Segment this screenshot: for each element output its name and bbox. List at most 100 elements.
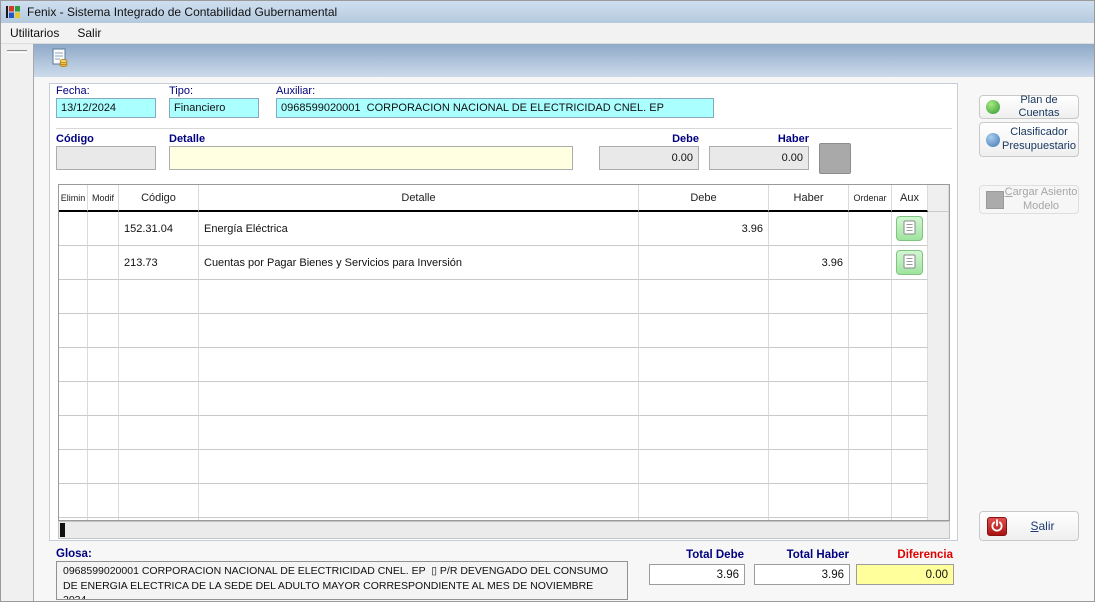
cell-scroll-strip[interactable] — [928, 484, 949, 518]
cell-elimin[interactable] — [59, 484, 88, 518]
cell-debe[interactable] — [639, 382, 769, 416]
cell-codigo[interactable]: 213.73 — [119, 246, 199, 280]
cell-codigo[interactable] — [119, 280, 199, 314]
cell-debe[interactable] — [639, 484, 769, 518]
cell-haber[interactable] — [769, 314, 849, 348]
cell-scroll-strip[interactable] — [928, 314, 949, 348]
cell-detalle[interactable] — [199, 450, 639, 484]
cell-modif[interactable] — [88, 484, 119, 518]
cell-haber[interactable]: 3.96 — [769, 246, 849, 280]
cell-detalle[interactable] — [199, 382, 639, 416]
cell-elimin[interactable] — [59, 280, 88, 314]
cell-elimin[interactable] — [59, 416, 88, 450]
cell-scroll-strip[interactable] — [928, 246, 949, 280]
cell-ordenar[interactable] — [849, 212, 892, 246]
cell-codigo[interactable] — [119, 348, 199, 382]
menubar-item-utilitarios[interactable]: Utilitarios — [1, 24, 68, 42]
hscroll-thumb[interactable] — [60, 523, 65, 537]
cell-scroll-strip[interactable] — [928, 382, 949, 416]
cell-detalle[interactable] — [199, 280, 639, 314]
table-row[interactable] — [59, 382, 949, 416]
cell-modif[interactable] — [88, 450, 119, 484]
cell-scroll-strip[interactable] — [928, 212, 949, 246]
cell-scroll-strip[interactable] — [928, 450, 949, 484]
cargar-asiento-modelo-button[interactable]: Cargar Asiento Modelo — [979, 185, 1079, 214]
cell-elimin[interactable] — [59, 246, 88, 280]
cell-ordenar[interactable] — [849, 314, 892, 348]
salir-button[interactable]: Salir — [979, 511, 1079, 541]
cell-ordenar[interactable] — [849, 382, 892, 416]
cell-elimin[interactable] — [59, 348, 88, 382]
codigo-input[interactable] — [56, 146, 156, 170]
cell-ordenar[interactable] — [849, 246, 892, 280]
clasificador-presupuestario-button[interactable]: Clasificador Presupuestario — [979, 122, 1079, 157]
cell-ordenar[interactable] — [849, 280, 892, 314]
cell-debe[interactable]: 3.96 — [639, 212, 769, 246]
fecha-input[interactable] — [56, 98, 156, 118]
cell-modif[interactable] — [88, 382, 119, 416]
cell-ordenar[interactable] — [849, 484, 892, 518]
cell-elimin[interactable] — [59, 382, 88, 416]
table-row[interactable] — [59, 484, 949, 518]
cell-scroll-strip[interactable] — [928, 348, 949, 382]
tipo-input[interactable] — [169, 98, 259, 118]
glosa-textarea[interactable]: 0968599020001 CORPORACION NACIONAL DE EL… — [56, 561, 628, 600]
cell-debe[interactable] — [639, 246, 769, 280]
entry-action-button[interactable] — [819, 143, 851, 174]
cell-haber[interactable] — [769, 212, 849, 246]
cell-scroll-strip[interactable] — [928, 416, 949, 450]
table-row[interactable] — [59, 416, 949, 450]
cell-modif[interactable] — [88, 280, 119, 314]
cell-detalle[interactable] — [199, 348, 639, 382]
cell-debe[interactable] — [639, 450, 769, 484]
cell-ordenar[interactable] — [849, 450, 892, 484]
cell-detalle[interactable]: Cuentas por Pagar Bienes y Servicios par… — [199, 246, 639, 280]
table-row[interactable]: 213.73Cuentas por Pagar Bienes y Servici… — [59, 246, 949, 280]
cell-codigo[interactable] — [119, 484, 199, 518]
cell-elimin[interactable] — [59, 450, 88, 484]
table-row[interactable] — [59, 314, 949, 348]
cell-codigo[interactable] — [119, 450, 199, 484]
cell-debe[interactable] — [639, 348, 769, 382]
splitter-handle[interactable] — [7, 50, 27, 53]
debe-input[interactable] — [599, 146, 699, 170]
cell-modif[interactable] — [88, 314, 119, 348]
journal-entry-toolbar-button[interactable] — [47, 48, 72, 73]
cell-ordenar[interactable] — [849, 416, 892, 450]
table-row[interactable] — [59, 450, 949, 484]
cell-haber[interactable] — [769, 280, 849, 314]
menubar-item-salir[interactable]: Salir — [68, 24, 110, 42]
cell-haber[interactable] — [769, 450, 849, 484]
cell-codigo[interactable] — [119, 416, 199, 450]
detalle-input[interactable] — [169, 146, 573, 170]
table-row[interactable]: 152.31.04Energía Eléctrica3.96 — [59, 212, 949, 246]
cell-modif[interactable] — [88, 348, 119, 382]
cell-haber[interactable] — [769, 416, 849, 450]
table-row[interactable] — [59, 280, 949, 314]
cell-debe[interactable] — [639, 314, 769, 348]
cell-modif[interactable] — [88, 246, 119, 280]
cell-haber[interactable] — [769, 484, 849, 518]
cell-codigo[interactable] — [119, 314, 199, 348]
cell-ordenar[interactable] — [849, 348, 892, 382]
cell-modif[interactable] — [88, 212, 119, 246]
aux-button[interactable] — [896, 216, 923, 241]
cell-elimin[interactable] — [59, 212, 88, 246]
cell-detalle[interactable] — [199, 416, 639, 450]
cell-codigo[interactable] — [119, 382, 199, 416]
hscrollbar[interactable] — [58, 521, 950, 539]
plan-de-cuentas-button[interactable]: Plan de Cuentas — [979, 95, 1079, 119]
cell-scroll-strip[interactable] — [928, 280, 949, 314]
aux-button[interactable] — [896, 250, 923, 275]
cell-debe[interactable] — [639, 280, 769, 314]
cell-detalle[interactable] — [199, 314, 639, 348]
cell-elimin[interactable] — [59, 314, 88, 348]
cell-modif[interactable] — [88, 416, 119, 450]
table-row[interactable] — [59, 348, 949, 382]
cell-haber[interactable] — [769, 348, 849, 382]
vscroll-strip[interactable] — [928, 185, 949, 212]
cell-codigo[interactable]: 152.31.04 — [119, 212, 199, 246]
cell-debe[interactable] — [639, 416, 769, 450]
haber-input[interactable] — [709, 146, 809, 170]
auxiliar-input[interactable] — [276, 98, 714, 118]
